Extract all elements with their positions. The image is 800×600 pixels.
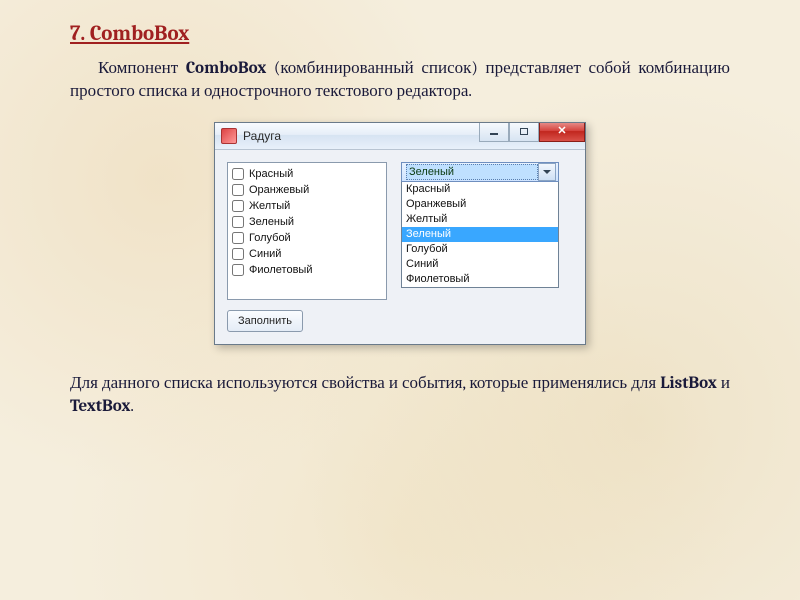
- dropdown-item[interactable]: Красный: [402, 182, 558, 197]
- combobox-selected[interactable]: Зеленый: [406, 164, 538, 180]
- app-icon: [221, 128, 237, 144]
- text: Компонент: [98, 59, 186, 78]
- checkbox[interactable]: [232, 184, 244, 196]
- minimize-button[interactable]: [479, 123, 509, 142]
- checkbox[interactable]: [232, 216, 244, 228]
- checkbox[interactable]: [232, 264, 244, 276]
- section-heading: 7. ComboBox: [70, 22, 730, 46]
- listbox-term: ListBox: [660, 374, 717, 393]
- dropdown-item[interactable]: Фиолетовый: [402, 272, 558, 287]
- checklist-label: Красный: [249, 168, 293, 180]
- maximize-button[interactable]: [509, 123, 539, 142]
- checkbox[interactable]: [232, 200, 244, 212]
- checklist-item[interactable]: Зеленый: [232, 214, 382, 230]
- checklist-item[interactable]: Желтый: [232, 198, 382, 214]
- textbox-term: TextBox: [70, 397, 130, 416]
- checkbox[interactable]: [232, 248, 244, 260]
- footer-paragraph: Для данного списка используются свойства…: [70, 373, 730, 419]
- dropdown-item[interactable]: Синий: [402, 257, 558, 272]
- titlebar[interactable]: Радуга: [215, 123, 585, 150]
- checklist-item[interactable]: Голубой: [232, 230, 382, 246]
- checklist-label: Синий: [249, 248, 281, 260]
- example-window: Радуга КрасныйОранжевыйЖелтыйЗеленыйГолу…: [214, 122, 586, 345]
- combobox[interactable]: Зеленый: [401, 162, 559, 182]
- checklist-item[interactable]: Оранжевый: [232, 182, 382, 198]
- dropdown-item[interactable]: Желтый: [402, 212, 558, 227]
- checklist-label: Оранжевый: [249, 184, 309, 196]
- checklist-label: Голубой: [249, 232, 291, 244]
- checklist-item[interactable]: Фиолетовый: [232, 262, 382, 278]
- window-title: Радуга: [243, 129, 479, 143]
- text: .: [130, 397, 134, 416]
- combobox-dropdown[interactable]: КрасныйОранжевыйЖелтыйЗеленыйГолубойСини…: [401, 182, 559, 288]
- combobox-term: ComboBox: [186, 59, 267, 78]
- combobox-dropdown-button[interactable]: [538, 163, 556, 181]
- intro-paragraph: Компонент ComboBox (комбинированный спис…: [70, 58, 730, 104]
- dropdown-item[interactable]: Оранжевый: [402, 197, 558, 212]
- checklist-label: Фиолетовый: [249, 264, 312, 276]
- checkbox[interactable]: [232, 232, 244, 244]
- dropdown-item[interactable]: Голубой: [402, 242, 558, 257]
- text: Для данного списка используются свойства…: [70, 374, 660, 393]
- checklist-label: Зеленый: [249, 216, 294, 228]
- checklist-item[interactable]: Синий: [232, 246, 382, 262]
- checkbox[interactable]: [232, 168, 244, 180]
- checklist-label: Желтый: [249, 200, 290, 212]
- checklist-item[interactable]: Красный: [232, 166, 382, 182]
- checked-listbox[interactable]: Красный Оранжевый Желтый Зеленый Голубой Сини…: [227, 162, 387, 300]
- close-button[interactable]: [539, 123, 585, 142]
- fill-button[interactable]: Заполнить: [227, 310, 303, 332]
- text: и: [717, 374, 730, 393]
- dropdown-item[interactable]: Зеленый: [402, 227, 558, 242]
